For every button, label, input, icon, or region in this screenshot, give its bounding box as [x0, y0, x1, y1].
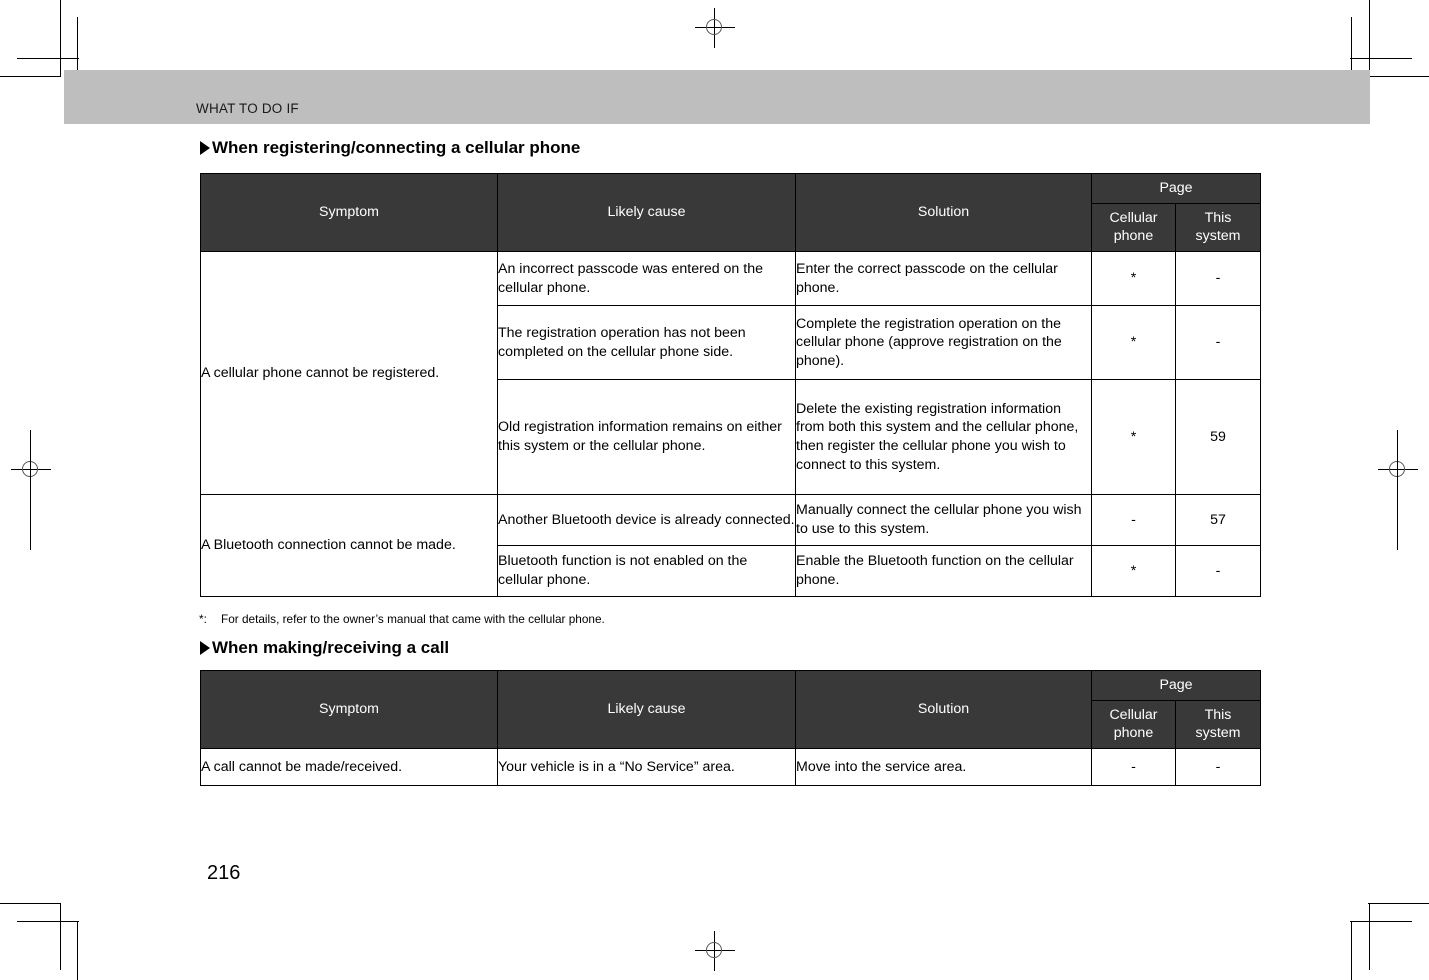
- registration-mark-right: [1378, 450, 1418, 490]
- registration-mark-bottom: [695, 931, 735, 971]
- table-making-receiving-call: Symptom Likely cause Solution Page Cellu…: [200, 669, 1262, 787]
- cell-page-cellular: -: [1091, 748, 1176, 787]
- table-row: A cellular phone cannot be registered. A…: [200, 251, 1262, 496]
- table-header-row-top: Symptom Likely cause Solution Page: [200, 669, 1262, 750]
- table-row: A call cannot be made/received. Your veh…: [200, 748, 1262, 787]
- table-row: A Bluetooth connection cannot be made. A…: [200, 494, 1262, 598]
- col-header-page-group-label: Page: [1159, 677, 1193, 693]
- footnote-asterisk: *: For details, refer to the owner’s manu…: [199, 612, 605, 626]
- section-heading-text: When registering/connecting a cellular p…: [212, 138, 581, 157]
- cell-page-cellular: *: [1091, 305, 1176, 381]
- cell-page-this-system: -: [1174, 748, 1262, 787]
- col-header-page-cellular: Cellular phone: [1091, 699, 1176, 750]
- cell-page-this-system: 57: [1174, 494, 1262, 547]
- crop-mark-top-left-outer-h: [0, 76, 61, 77]
- cell-solution: Enter the correct passcode on the cellul…: [795, 251, 1092, 307]
- col-header-page-this-system: This system: [1174, 202, 1262, 253]
- cell-likely-cause: Another Bluetooth device is already conn…: [497, 494, 796, 547]
- crop-mark-bottom-right-inner-h: [1350, 921, 1412, 922]
- trim-mark-left-vertical: [30, 430, 31, 550]
- cell-solution: Complete the registration operation on t…: [795, 305, 1092, 381]
- cell-likely-cause: Your vehicle is in a “No Service” area.: [497, 748, 796, 787]
- col-header-likely-cause: Likely cause: [497, 669, 796, 750]
- col-header-page-this-system-label: This system: [1195, 706, 1241, 742]
- col-header-solution: Solution: [795, 172, 1092, 253]
- cell-page-cellular: -: [1091, 494, 1176, 547]
- cell-likely-cause: The registration operation has not been …: [497, 305, 796, 381]
- crop-mark-top-left-outer-v: [60, 0, 61, 77]
- running-head-label: WHAT TO DO IF: [196, 101, 299, 116]
- crop-mark-top-left-inner-h: [17, 58, 79, 59]
- col-header-page-cellular: Cellular phone: [1091, 202, 1176, 253]
- cell-page-cellular: *: [1091, 379, 1176, 496]
- crop-mark-top-right-outer-h: [1368, 76, 1429, 77]
- col-header-page-cellular-label: Cellular phone: [1109, 706, 1158, 742]
- col-header-likely-cause-label: Likely cause: [607, 701, 686, 718]
- cell-symptom: A call cannot be made/received.: [200, 748, 498, 787]
- cell-solution: Manually connect the cellular phone you …: [795, 494, 1092, 547]
- crop-mark-top-right-outer-v: [1369, 0, 1370, 77]
- triangle-bullet-icon: [200, 641, 210, 655]
- cell-solution: Delete the existing registration informa…: [795, 379, 1092, 496]
- col-header-page-this-system: This system: [1174, 699, 1262, 750]
- footnote-text: For details, refer to the owner’s manual…: [221, 612, 605, 626]
- col-header-symptom-label: Symptom: [319, 701, 379, 718]
- col-header-page-group: Page: [1090, 173, 1262, 204]
- crop-mark-bottom-left-outer-v: [60, 903, 61, 970]
- crop-mark-bottom-right-inner-v: [1351, 921, 1352, 980]
- registration-mark-top: [695, 8, 735, 48]
- crop-mark-bottom-right-outer-h: [1368, 903, 1429, 904]
- cell-likely-cause: Old registration information remains on …: [497, 379, 796, 496]
- registration-mark-left: [11, 450, 51, 490]
- cell-page-cellular: *: [1091, 251, 1176, 307]
- cell-solution: Enable the Bluetooth function on the cel…: [795, 545, 1092, 598]
- col-header-symptom: Symptom: [200, 172, 498, 253]
- cell-page-cellular: *: [1091, 545, 1176, 598]
- col-header-likely-cause-label: Likely cause: [607, 204, 686, 221]
- table-header-row-top: Symptom Likely cause Solution Page: [200, 172, 1262, 253]
- col-header-symptom-label: Symptom: [319, 204, 379, 221]
- cell-likely-cause: Bluetooth function is not enabled on the…: [497, 545, 796, 598]
- col-header-page-cellular-label: Cellular phone: [1109, 209, 1158, 245]
- col-header-solution-label: Solution: [917, 701, 970, 718]
- footnote-mark: *:: [199, 612, 207, 626]
- section-heading-text: When making/receiving a call: [212, 638, 450, 657]
- col-header-page-group: Page: [1090, 670, 1262, 701]
- page-number: 216: [207, 862, 241, 884]
- cell-likely-cause: An incorrect passcode was entered on the…: [497, 251, 796, 307]
- page-canvas: WHAT TO DO IF When registering/connectin…: [0, 0, 1429, 980]
- crop-mark-bottom-left-inner-h: [17, 921, 79, 922]
- col-header-solution: Solution: [795, 669, 1092, 750]
- table-registering-connecting: Symptom Likely cause Solution Page Cellu…: [200, 172, 1262, 598]
- crop-mark-top-right-inner-h: [1350, 58, 1412, 59]
- crop-mark-bottom-left-outer-h: [0, 903, 61, 904]
- col-header-likely-cause: Likely cause: [497, 172, 796, 253]
- col-header-solution-label: Solution: [917, 204, 970, 221]
- cell-page-this-system: -: [1174, 251, 1262, 307]
- cell-solution: Move into the service area.: [795, 748, 1092, 787]
- section-heading-registering: When registering/connecting a cellular p…: [200, 138, 580, 158]
- triangle-bullet-icon: [200, 141, 210, 155]
- cell-symptom: A cellular phone cannot be registered.: [200, 251, 498, 496]
- crop-mark-bottom-right-outer-v: [1369, 903, 1370, 970]
- cell-symptom: A Bluetooth connection cannot be made.: [200, 494, 498, 598]
- trim-mark-right-vertical: [1397, 430, 1398, 550]
- cell-page-this-system: -: [1174, 305, 1262, 381]
- col-header-symptom: Symptom: [200, 669, 498, 750]
- section-heading-making-call: When making/receiving a call: [200, 638, 449, 658]
- col-header-page-group-label: Page: [1159, 180, 1193, 196]
- col-header-page-this-system-label: This system: [1195, 209, 1241, 245]
- crop-mark-bottom-left-inner-v: [77, 921, 78, 980]
- cell-page-this-system: -: [1174, 545, 1262, 598]
- cell-page-this-system: 59: [1174, 379, 1262, 496]
